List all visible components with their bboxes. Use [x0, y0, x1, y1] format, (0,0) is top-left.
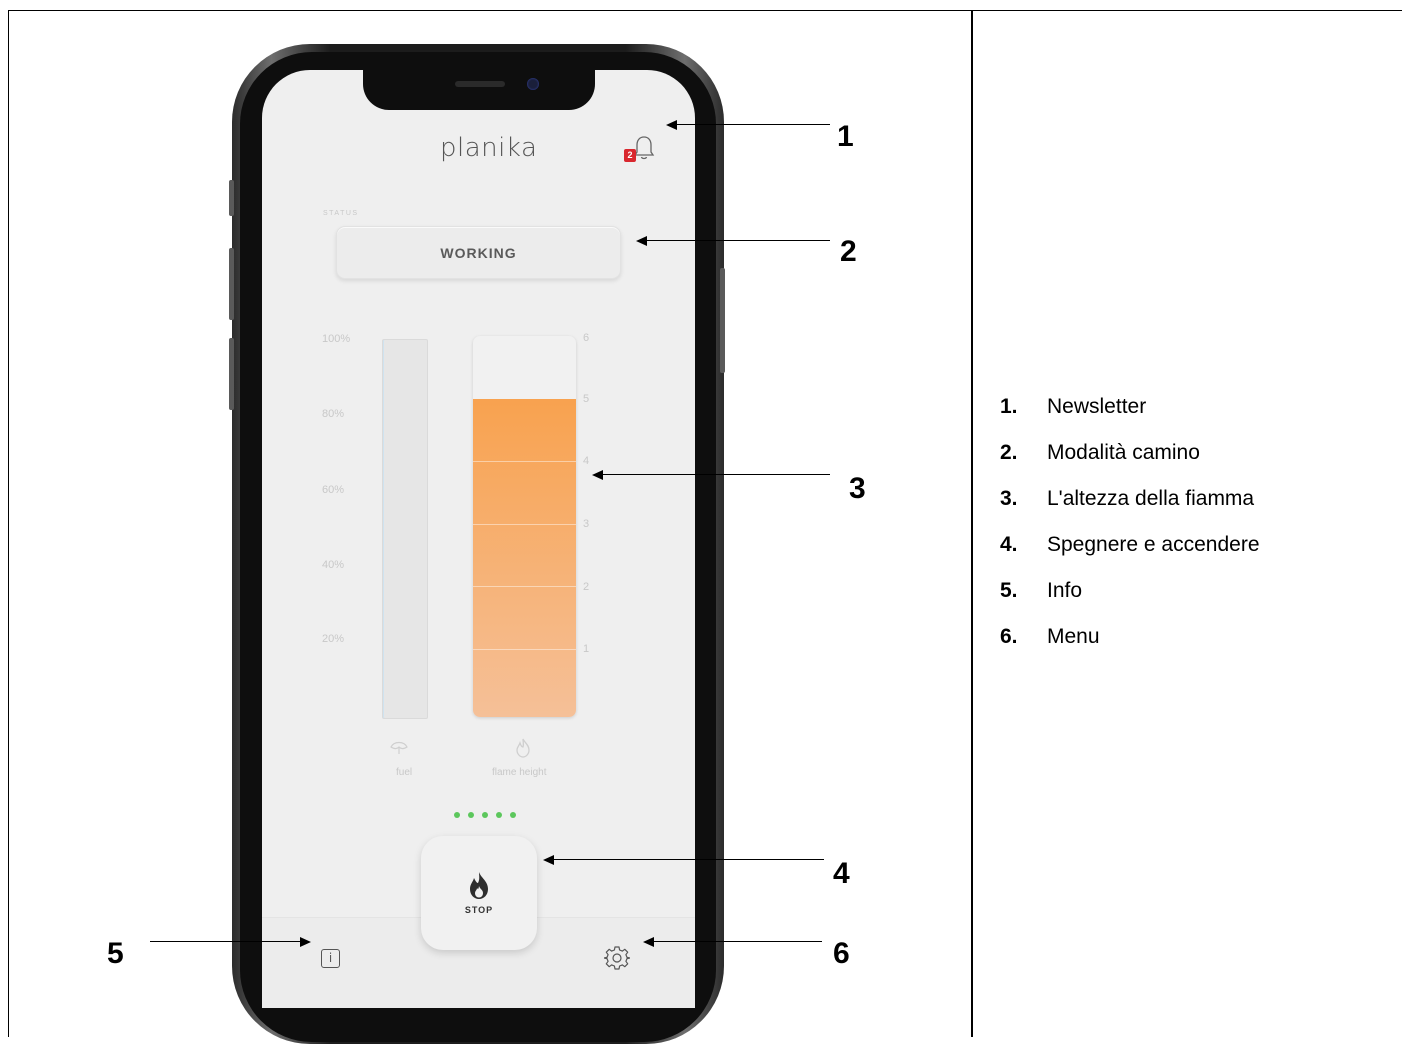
legend-number: 1.	[1000, 395, 1018, 418]
legend-list: 1. Newsletter 2. Modalità camino 3. L'altez…	[1000, 395, 1260, 671]
gear-icon[interactable]	[604, 945, 630, 971]
legend-item: 3. L'altezza della fiamma	[1000, 487, 1260, 533]
progress-dot	[454, 812, 460, 818]
fuel-tick-label: 60%	[322, 484, 345, 496]
callout-number-3: 3	[849, 472, 866, 505]
callout-number-1: 1	[837, 120, 854, 153]
legend-item: 2. Modalità camino	[1000, 441, 1260, 487]
flame-step-line	[473, 586, 576, 587]
flame-icon	[516, 738, 530, 758]
notch	[363, 70, 595, 110]
legend-number: 5.	[1000, 579, 1018, 602]
callout-line-2	[646, 240, 830, 242]
fuel-tick-label: 100%	[322, 333, 351, 345]
notification-badge: 2	[624, 149, 636, 162]
callout-number-4: 4	[833, 857, 850, 890]
legend-item: 1. Newsletter	[1000, 395, 1260, 441]
volume-up-button	[229, 248, 234, 320]
callout-arrowhead	[300, 937, 311, 947]
legend-text: Newsletter	[1047, 395, 1147, 418]
legend-item: 6. Menu	[1000, 625, 1260, 671]
legend-number: 4.	[1000, 533, 1018, 556]
flame-tick-label: 4	[583, 455, 590, 467]
callout-number-2: 2	[840, 235, 857, 268]
mute-switch	[229, 180, 234, 216]
flame-tick-label: 3	[583, 518, 590, 530]
flame-step-line	[473, 649, 576, 650]
legend-item: 5. Info	[1000, 579, 1260, 625]
flame-tick-label: 6	[583, 332, 590, 344]
fuel-tick-label: 80%	[322, 408, 345, 420]
app-logo: planika	[440, 133, 538, 163]
status-value: WORKING	[440, 244, 517, 261]
fire-icon	[470, 872, 488, 899]
progress-dot	[496, 812, 502, 818]
flame-height-label: flame height	[492, 767, 547, 778]
flame-step-line	[473, 524, 576, 525]
stop-label: STOP	[464, 905, 494, 915]
progress-dot	[482, 812, 488, 818]
callout-line-1	[676, 124, 830, 126]
column-divider	[971, 10, 973, 1037]
flame-height-fill	[473, 399, 576, 717]
legend-number: 6.	[1000, 625, 1018, 648]
progress-dot	[468, 812, 474, 818]
legend-item: 4. Spegnere e accendere	[1000, 533, 1260, 579]
legend-text: Info	[1047, 579, 1083, 602]
fuel-label: fuel	[396, 767, 413, 778]
fuel-level-bar	[382, 339, 428, 719]
progress-dot	[510, 812, 516, 818]
flame-tick-label: 5	[583, 393, 590, 405]
drop-icon	[390, 741, 408, 754]
fireplace-mode-status[interactable]: WORKING	[336, 226, 621, 279]
legend-number: 2.	[1000, 441, 1018, 464]
legend-number: 3.	[1000, 487, 1018, 510]
fuel-tick-label: 20%	[322, 633, 345, 645]
front-camera	[527, 78, 539, 90]
flame-tick-label: 2	[583, 581, 590, 593]
callout-line-6	[653, 941, 822, 943]
fuel-tick-label: 40%	[322, 559, 345, 571]
flame-height-bar[interactable]	[473, 336, 576, 717]
flame-tick-label: 1	[583, 643, 590, 655]
progress-dots	[454, 812, 516, 818]
volume-down-button	[229, 338, 234, 410]
callout-line-4	[553, 859, 824, 861]
callout-line-3	[602, 474, 830, 476]
legend-text: Spegnere e accendere	[1047, 533, 1260, 556]
legend-text: L'altezza della fiamma	[1047, 487, 1255, 510]
callout-line-5	[150, 941, 300, 943]
status-caption: STATUS	[323, 210, 359, 217]
power-button	[720, 268, 725, 373]
callout-number-5: 5	[107, 937, 124, 970]
flame-step-line	[473, 461, 576, 462]
stop-button[interactable]: STOP	[421, 836, 537, 950]
info-icon[interactable]: i	[321, 949, 340, 968]
legend-text: Modalità camino	[1047, 441, 1200, 464]
legend-text: Menu	[1047, 625, 1100, 648]
callout-number-6: 6	[833, 937, 850, 970]
speaker	[455, 81, 505, 87]
